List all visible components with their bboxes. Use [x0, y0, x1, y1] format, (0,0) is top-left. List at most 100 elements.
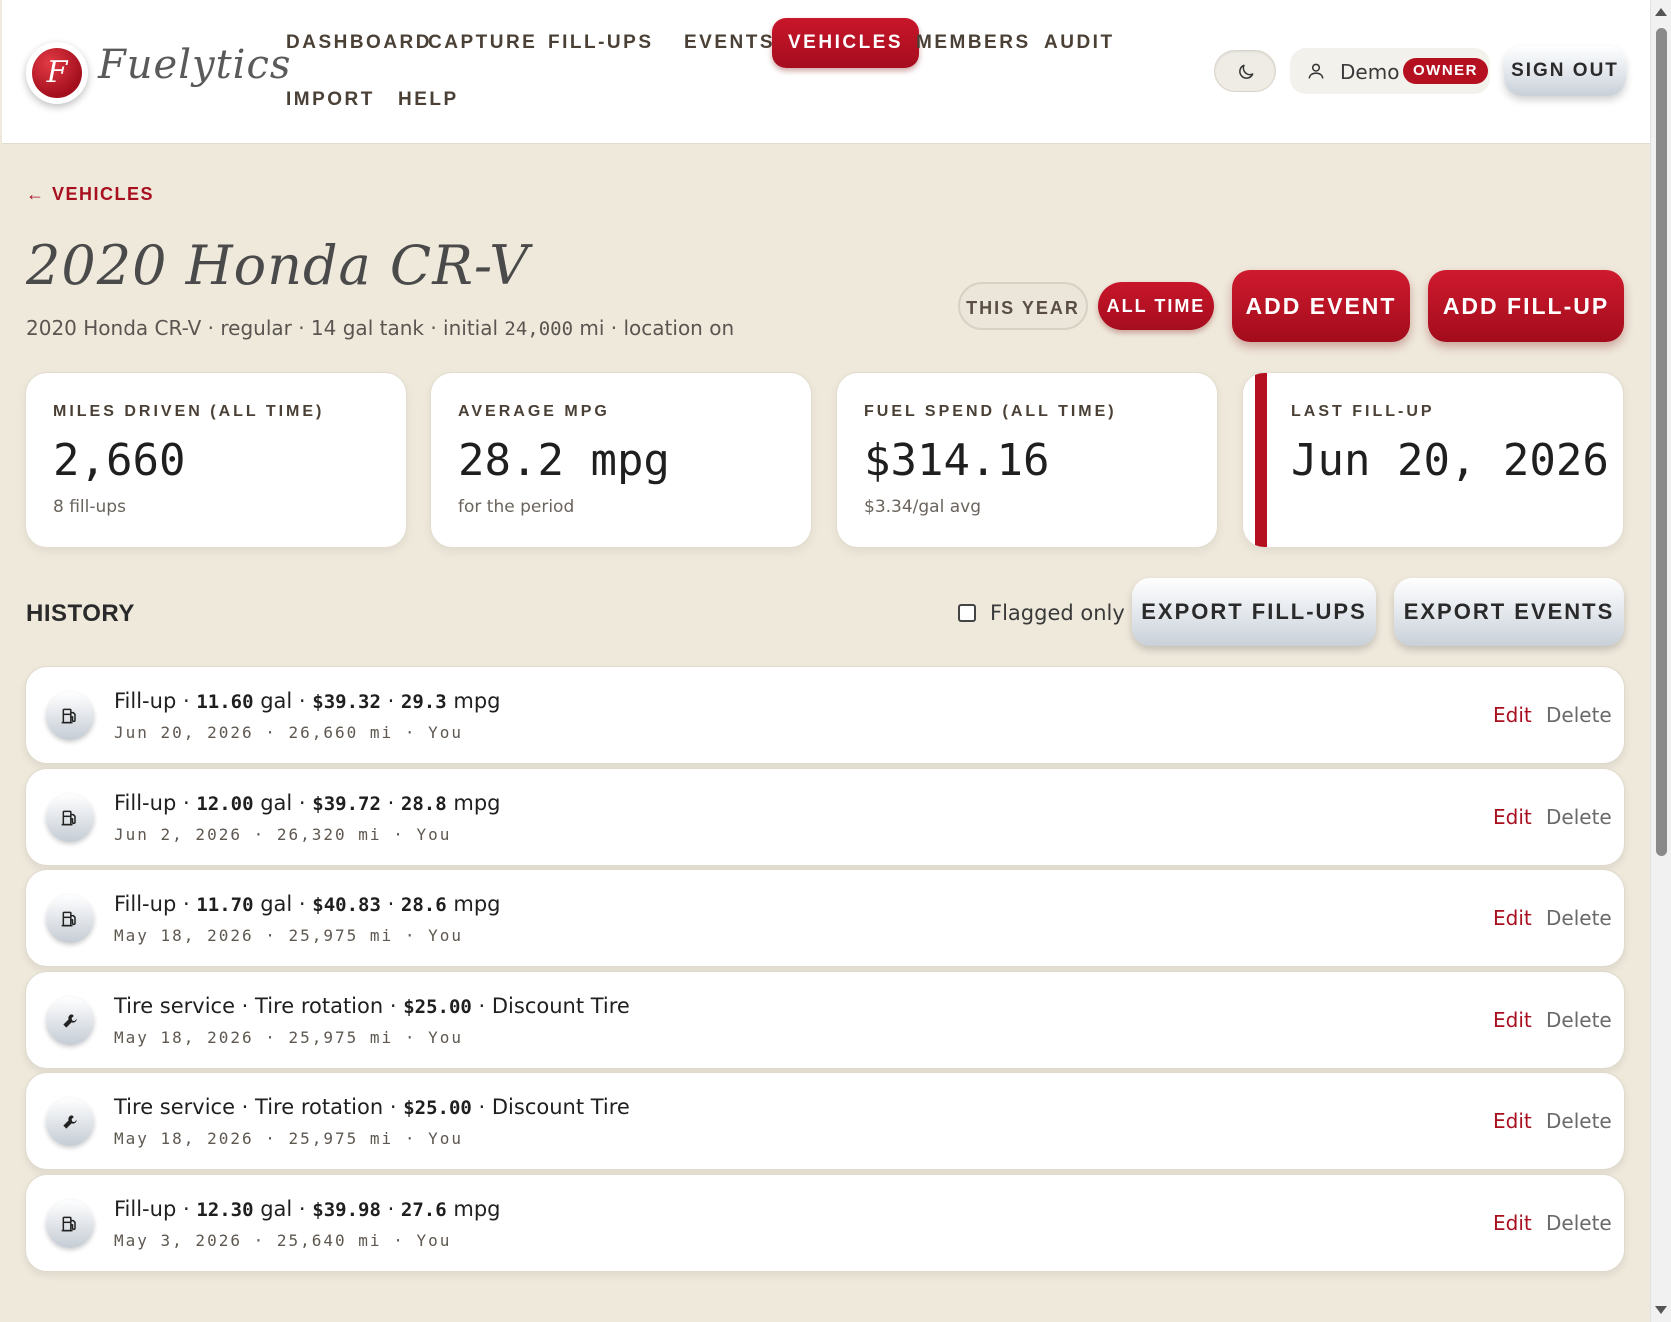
- stat-label: LAST FILL-UP: [1291, 403, 1435, 420]
- history-row-fill-up[interactable]: Fill-up · 12.00 gal · $39.72 · 28.8 mpg J…: [25, 767, 1625, 866]
- role-badge: OWNER: [1403, 58, 1488, 84]
- row-gallons: 11.60: [196, 691, 254, 713]
- row-title: Tire service · Tire rotation · $25.00 · …: [114, 1095, 630, 1119]
- row-title-suffix: mpg: [446, 790, 501, 815]
- row-title-prefix: Fill-up ·: [114, 790, 197, 815]
- edit-link[interactable]: Edit: [1493, 1109, 1532, 1133]
- row-title-prefix: Fill-up ·: [114, 689, 197, 713]
- edit-link[interactable]: Edit: [1493, 1008, 1532, 1032]
- fuel-pump-icon: [46, 1199, 94, 1248]
- delete-link[interactable]: Delete: [1546, 1008, 1612, 1032]
- scroll-down-arrow-icon[interactable]: [1655, 1306, 1667, 1314]
- row-title-prefix: Tire service · Tire rotation ·: [114, 1095, 404, 1119]
- fuel-pump-icon: [46, 793, 94, 842]
- top-header: F Fuelytics DASHBOARD CAPTURE FILL-UPS E…: [2, 0, 1650, 144]
- nav-fill-ups[interactable]: FILL-UPS: [532, 18, 670, 68]
- stat-card-spend: FUEL SPEND (ALL TIME) $314.16 $3.34/gal …: [836, 372, 1218, 548]
- row-separator: ·: [380, 892, 401, 916]
- sign-out-button[interactable]: SIGN OUT: [1504, 46, 1626, 96]
- stat-value: 2,660: [53, 435, 186, 486]
- row-meta: May 18, 2026 · 25,975 mi · You: [114, 1129, 463, 1148]
- row-separator: ·: [380, 1196, 401, 1221]
- row-title: Fill-up · 12.30 gal · $39.98 · 27.6 mpg: [114, 1197, 500, 1221]
- delete-link[interactable]: Delete: [1546, 703, 1612, 727]
- stat-sub: 8 fill-ups: [53, 497, 126, 517]
- nav-import[interactable]: IMPORT: [270, 75, 391, 125]
- nav-vehicles[interactable]: VEHICLES: [772, 18, 920, 68]
- wrench-icon: [46, 996, 94, 1045]
- row-cost: $39.72: [312, 792, 381, 815]
- edit-link[interactable]: Edit: [1493, 703, 1532, 727]
- nav-help[interactable]: HELP: [382, 75, 475, 125]
- history-row-event[interactable]: Tire service · Tire rotation · $25.00 · …: [25, 1072, 1625, 1170]
- delete-link[interactable]: Delete: [1546, 1211, 1612, 1235]
- row-title: Fill-up · 11.60 gal · $39.32 · 29.3 mpg: [114, 689, 500, 713]
- row-title-prefix: Fill-up ·: [114, 1196, 197, 1221]
- range-all-time[interactable]: ALL TIME: [1098, 282, 1214, 330]
- row-mpg: 28.8: [400, 792, 447, 815]
- edit-link[interactable]: Edit: [1493, 906, 1532, 930]
- stat-label: AVERAGE MPG: [458, 403, 610, 420]
- row-gal-unit: gal ·: [253, 892, 313, 916]
- row-title-prefix: Tire service · Tire rotation ·: [114, 993, 404, 1018]
- vehicle-subtitle: 2020 Honda CR-V · regular · 14 gal tank …: [26, 316, 734, 340]
- stat-card-mpg: AVERAGE MPG 28.2 mpg for the period: [430, 372, 812, 548]
- row-separator: ·: [380, 790, 401, 815]
- user-chip[interactable]: Demo OWNER: [1290, 48, 1490, 94]
- delete-link[interactable]: Delete: [1546, 805, 1612, 829]
- stat-sub: for the period: [458, 497, 575, 517]
- app-logo[interactable]: F: [26, 42, 88, 104]
- scroll-up-arrow-icon[interactable]: [1655, 8, 1667, 16]
- stat-card-last-fill-up: LAST FILL-UP Jun 20, 2026: [1242, 372, 1624, 548]
- flagged-only-label[interactable]: Flagged only: [990, 601, 1125, 625]
- stat-label: MILES DRIVEN (ALL TIME): [53, 403, 325, 420]
- history-heading: HISTORY: [26, 600, 135, 627]
- row-title: Fill-up · 12.00 gal · $39.72 · 28.8 mpg: [114, 791, 500, 815]
- page-title: 2020 Honda CR-V: [26, 234, 530, 297]
- row-gal-unit: gal ·: [253, 1196, 313, 1221]
- row-gal-unit: gal ·: [253, 689, 313, 713]
- fuel-pump-icon: [46, 692, 94, 740]
- row-separator: ·: [380, 689, 401, 713]
- logo-letter: F: [32, 48, 82, 98]
- add-fill-up-button[interactable]: ADD FILL-UP: [1428, 270, 1624, 342]
- scrollbar-thumb[interactable]: [1656, 28, 1667, 856]
- history-row-fill-up[interactable]: Fill-up · 12.30 gal · $39.98 · 27.6 mpg M…: [25, 1173, 1625, 1272]
- theme-toggle[interactable]: [1214, 50, 1276, 92]
- page-scrollbar[interactable]: [1650, 0, 1671, 1322]
- subtitle-text: 2020 Honda CR-V · regular · 14 gal tank …: [26, 316, 505, 340]
- row-meta: Jun 2, 2026 · 26,320 mi · You: [114, 824, 452, 844]
- row-title: Tire service · Tire rotation · $25.00 · …: [114, 994, 630, 1018]
- initial-odometer: 24,000: [504, 318, 574, 340]
- row-cost: $40.83: [312, 894, 381, 916]
- user-name: Demo: [1340, 60, 1400, 84]
- export-fill-ups-button[interactable]: EXPORT FILL-UPS: [1132, 578, 1376, 646]
- delete-link[interactable]: Delete: [1546, 906, 1612, 930]
- history-row-event[interactable]: Tire service · Tire rotation · $25.00 · …: [25, 970, 1625, 1069]
- nav-audit[interactable]: AUDIT: [1028, 18, 1131, 68]
- edit-link[interactable]: Edit: [1493, 1211, 1532, 1235]
- row-title-suffix: mpg: [446, 689, 501, 713]
- row-title: Fill-up · 11.70 gal · $40.83 · 28.6 mpg: [114, 892, 500, 916]
- row-title-suffix: mpg: [446, 892, 501, 916]
- edit-link[interactable]: Edit: [1493, 805, 1532, 829]
- nav-members[interactable]: MEMBERS: [900, 18, 1047, 68]
- history-row-fill-up[interactable]: Fill-up · 11.70 gal · $40.83 · 28.6 mpg M…: [25, 869, 1625, 967]
- row-mpg: 27.6: [400, 1198, 447, 1221]
- add-event-button[interactable]: ADD EVENT: [1232, 270, 1410, 342]
- back-to-vehicles-link[interactable]: ← VEHICLES: [26, 184, 154, 205]
- row-title-suffix: mpg: [446, 1196, 501, 1221]
- user-icon: [1308, 63, 1324, 79]
- app-wordmark[interactable]: Fuelytics: [98, 42, 291, 88]
- row-cost: $25.00: [403, 995, 472, 1018]
- range-this-year[interactable]: THIS YEAR: [958, 282, 1088, 330]
- row-gal-unit: gal ·: [253, 790, 313, 815]
- row-meta: May 18, 2026 · 25,975 mi · You: [114, 1027, 463, 1047]
- delete-link[interactable]: Delete: [1546, 1109, 1612, 1133]
- export-events-button[interactable]: EXPORT EVENTS: [1394, 578, 1624, 646]
- row-title-suffix: · Discount Tire: [471, 1095, 630, 1119]
- row-gallons: 12.30: [196, 1198, 254, 1221]
- history-row-fill-up[interactable]: Fill-up · 11.60 gal · $39.32 · 29.3 mpg J…: [25, 666, 1625, 764]
- row-cost: $39.98: [312, 1198, 381, 1221]
- flagged-only-checkbox[interactable]: [958, 604, 976, 622]
